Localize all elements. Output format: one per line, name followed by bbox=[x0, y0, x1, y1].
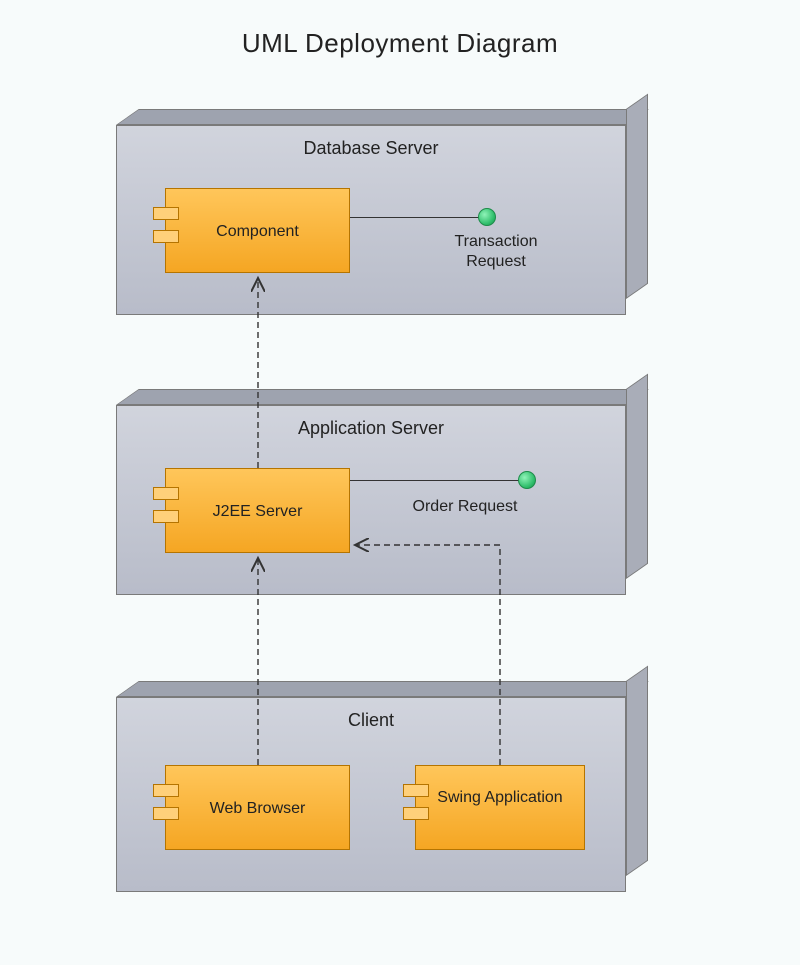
node-3d-top-face bbox=[116, 109, 649, 125]
component-label-web-browser: Web Browser bbox=[166, 799, 349, 819]
interface-label-transaction: Transaction Request bbox=[436, 232, 556, 272]
diagram-title: UML Deployment Diagram bbox=[0, 28, 800, 59]
component-label-j2ee: J2EE Server bbox=[166, 502, 349, 522]
component-label-swing: Swing Application bbox=[416, 788, 584, 808]
node-3d-side-face bbox=[626, 374, 648, 579]
component-tab-icon bbox=[403, 807, 429, 820]
node-3d-top-face bbox=[116, 681, 649, 697]
interface-port-icon bbox=[478, 208, 496, 226]
interface-connector bbox=[350, 480, 520, 481]
component-j2ee-server: J2EE Server bbox=[165, 468, 350, 553]
component-tab-icon bbox=[153, 487, 179, 500]
component-database: Component bbox=[165, 188, 350, 273]
interface-connector bbox=[350, 217, 480, 218]
node-3d-top-face bbox=[116, 389, 649, 405]
node-label-database: Database Server bbox=[117, 138, 625, 159]
interface-port-icon bbox=[518, 471, 536, 489]
interface-label-order: Order Request bbox=[395, 497, 535, 517]
node-label-client: Client bbox=[117, 710, 625, 731]
component-tab-icon bbox=[153, 207, 179, 220]
component-web-browser: Web Browser bbox=[165, 765, 350, 850]
node-3d-side-face bbox=[626, 666, 648, 876]
component-label-database: Component bbox=[166, 222, 349, 242]
component-tab-icon bbox=[153, 784, 179, 797]
component-swing-app: Swing Application bbox=[415, 765, 585, 850]
node-3d-side-face bbox=[626, 94, 648, 299]
node-label-application: Application Server bbox=[117, 418, 625, 439]
